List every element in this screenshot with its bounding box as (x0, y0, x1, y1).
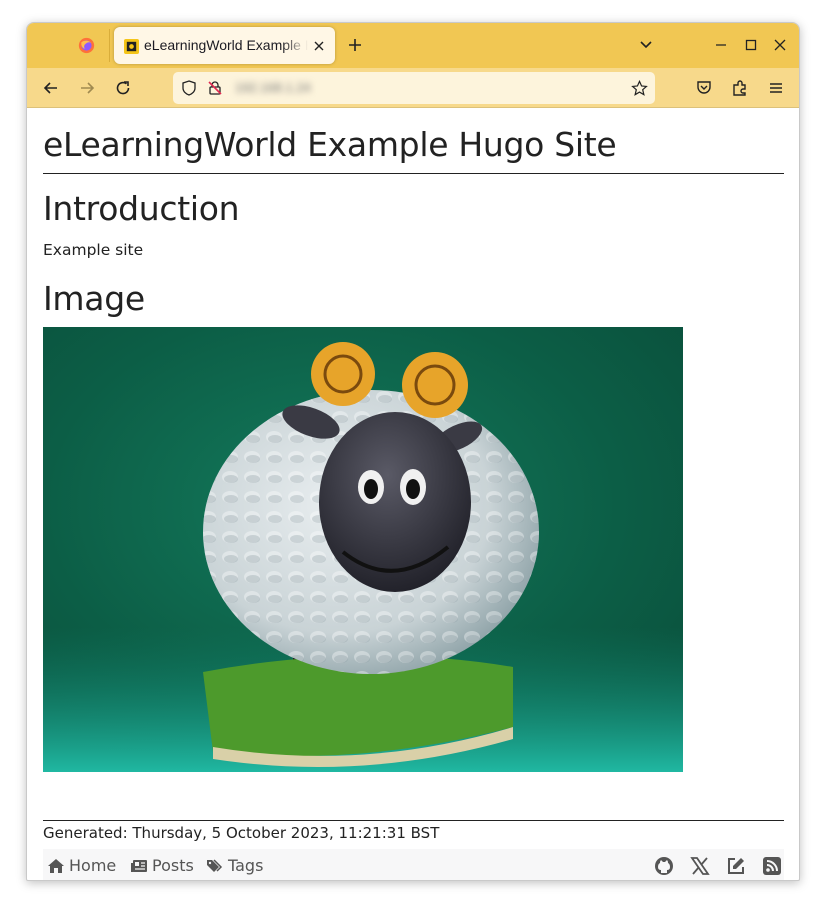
page-content: eLearningWorld Example Hugo Site Introdu… (27, 109, 799, 880)
nav-tags-label: Tags (228, 856, 264, 875)
edit-icon[interactable] (726, 856, 746, 876)
menu-icon[interactable] (767, 79, 785, 97)
bookmark-star-icon[interactable] (631, 80, 648, 97)
nav-posts-label: Posts (152, 856, 194, 875)
url-bar[interactable]: 192.168.1.24 (173, 72, 655, 104)
nav-posts-link[interactable]: Posts (130, 856, 194, 875)
footer-navigation: Home Posts Tags (43, 849, 784, 880)
browser-window: eLearningWorld Example Hugo Site (26, 22, 800, 881)
sheep-figurine-photo (43, 327, 683, 772)
shield-icon[interactable] (181, 80, 197, 96)
pocket-icon[interactable] (695, 79, 713, 97)
tab-title: eLearningWorld Example Hugo Site (144, 37, 308, 53)
divider (43, 173, 784, 174)
minimize-icon[interactable] (715, 39, 727, 51)
reload-icon[interactable] (114, 79, 132, 97)
chevron-down-icon[interactable] (639, 38, 653, 52)
extensions-icon[interactable] (731, 79, 749, 97)
nav-home-label: Home (69, 856, 117, 875)
maximize-icon[interactable] (745, 39, 757, 51)
divider (43, 820, 784, 821)
tags-icon (207, 858, 223, 872)
forward-icon[interactable] (78, 79, 96, 97)
tab-separator (109, 29, 110, 62)
site-favicon-icon (124, 39, 139, 54)
introduction-text: Example site (43, 241, 144, 259)
url-text[interactable]: 192.168.1.24 (235, 80, 311, 95)
image-heading: Image (43, 279, 145, 318)
tab-active[interactable]: eLearningWorld Example Hugo Site (114, 27, 335, 64)
close-window-icon[interactable] (774, 39, 786, 51)
generated-timestamp: Generated: Thursday, 5 October 2023, 11:… (43, 824, 440, 842)
site-title: eLearningWorld Example Hugo Site (43, 125, 617, 164)
nav-home-link[interactable]: Home (47, 856, 116, 875)
navigation-toolbar: 192.168.1.24 (27, 68, 799, 108)
github-icon[interactable] (654, 856, 674, 876)
home-icon (48, 858, 64, 873)
newspaper-icon (131, 859, 147, 872)
insecure-lock-icon[interactable] (207, 80, 223, 96)
new-tab-icon[interactable] (347, 37, 363, 53)
x-icon[interactable] (690, 856, 710, 876)
nav-tags-link[interactable]: Tags (206, 856, 263, 875)
firefox-icon[interactable] (78, 37, 95, 54)
back-icon[interactable] (42, 79, 60, 97)
tab-bar: eLearningWorld Example Hugo Site (27, 23, 799, 68)
introduction-heading: Introduction (43, 189, 240, 228)
rss-icon[interactable] (762, 856, 782, 876)
tab-close-icon[interactable] (312, 39, 326, 53)
